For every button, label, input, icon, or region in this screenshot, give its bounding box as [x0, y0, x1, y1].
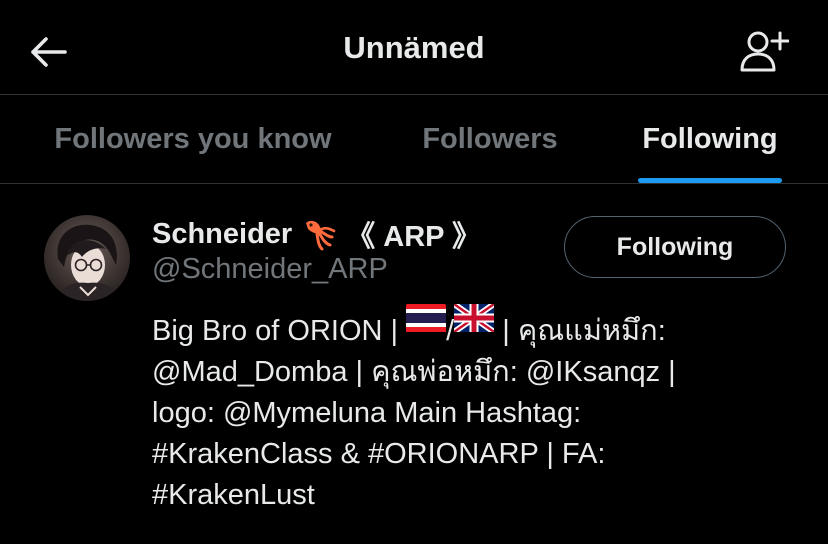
bio-line: #KrakenLust: [152, 479, 315, 511]
following-button[interactable]: Following: [564, 216, 786, 278]
tab-followers-you-know[interactable]: Followers you know: [46, 95, 340, 183]
bio-line: @Mad_Domba | คุณพ่อหมึก: @IKsanqz |: [152, 356, 676, 388]
bio-text: /: [446, 315, 455, 347]
add-user-button[interactable]: [734, 24, 794, 80]
top-bar: Unnämed: [0, 0, 828, 95]
page-title: Unnämed: [343, 30, 485, 65]
bio-text: | คุณแม่หมึก:: [502, 315, 666, 347]
tab-label: Followers you know: [54, 122, 332, 155]
user-name-suffix: 《 ARP 》: [346, 221, 482, 253]
user-bio: Big Bro of ORION | / | คุณแม่หมึก: @Mad_…: [152, 303, 772, 516]
active-tab-indicator: [638, 178, 782, 183]
bio-line: Big Bro of ORION | / | คุณแม่หมึก:: [152, 303, 772, 352]
bio-line: #KrakenClass & #ORIONARP | FA:: [152, 438, 606, 470]
uk-flag-icon: [454, 303, 495, 344]
user-list-item[interactable]: Schneider 《 ARP 》 @Schneider_ARP Followi…: [0, 185, 828, 544]
user-name: Schneider: [152, 217, 293, 250]
bio-line: logo: @Mymeluna Main Hashtag:: [152, 397, 582, 429]
thailand-flag-icon: [406, 303, 447, 344]
bio-text: Big Bro of ORION |: [152, 315, 399, 347]
tab-following[interactable]: Following: [638, 95, 782, 183]
user-handle[interactable]: @Schneider_ARP: [152, 253, 388, 286]
tab-followers[interactable]: Followers: [418, 95, 562, 183]
squid-icon: [300, 217, 338, 251]
tab-label: Followers: [422, 122, 558, 155]
user-name-line[interactable]: Schneider 《 ARP 》: [152, 213, 481, 255]
add-user-icon: [740, 31, 789, 72]
avatar[interactable]: [44, 215, 130, 301]
tab-bar: Followers you know Followers Following: [0, 95, 828, 184]
tab-label: Following: [642, 122, 778, 155]
